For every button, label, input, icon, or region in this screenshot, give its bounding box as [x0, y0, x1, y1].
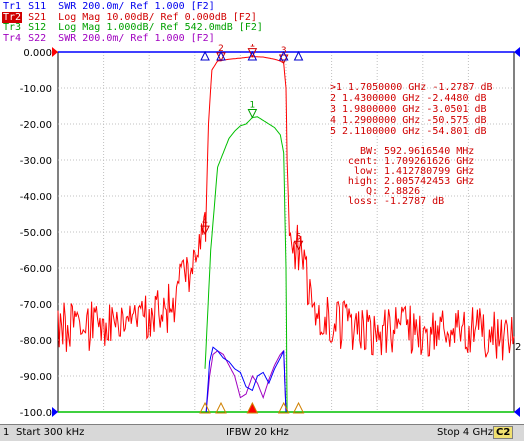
channel-tag[interactable]: C2 [493, 426, 514, 439]
y-tick-label: -30.00 [20, 156, 52, 167]
trace-3-id: Tr3 [3, 22, 22, 33]
marker-table-row-2: 2 1.4300000 GHz -2.4480 dB [330, 93, 487, 104]
y-tick-label: -50.00 [20, 228, 52, 239]
y-tick-label: -40.00 [20, 192, 52, 203]
trace-1-label[interactable]: Tr1 S11 SWR 200.0m/ Ref 1.000 [F2] [2, 1, 215, 12]
bw-stat-value: -1.2787 dB [384, 196, 444, 207]
ifbw-setting[interactable]: IFBW 20 kHz [226, 427, 289, 438]
marker-1-s12-number: 1 [249, 101, 255, 111]
y-tick-label: 0.000 [23, 48, 52, 59]
marker-table-row-5: 5 2.1100000 GHz -54.801 dB [330, 126, 487, 137]
marker-table-row-1: >1 1.7050000 GHz -1.2787 dB [330, 82, 493, 93]
trace-3-label[interactable]: Tr3 S12 Log Mag 1.000dB/ Ref 542.0mdB [F… [2, 22, 263, 33]
marker-5-number: 5 [296, 232, 302, 242]
stop-frequency[interactable]: Stop 4 GHz [437, 427, 493, 438]
measurement-plot[interactable]: 0.000 -10.00 -20.00 -30.00 -40.00 -50.00 -60.0… [0, 44, 524, 424]
trace-1-desc: S11 SWR 200.0m/ Ref 1.000 [F2] [22, 1, 215, 12]
trace-1-id: Tr1 [3, 1, 22, 12]
right-ref-label: 2 [515, 342, 521, 353]
y-tick-label: -80.00 [20, 336, 52, 347]
y-tick-label: -100.0 [20, 408, 52, 419]
y-tick-label: -70.00 [20, 300, 52, 311]
y-tick-label: -90.00 [20, 372, 52, 383]
trace-4-id: Tr4 [3, 33, 22, 44]
marker-table-row-4: 4 1.2900000 GHz -50.575 dB [330, 115, 487, 126]
marker-4-number: 4 [202, 217, 208, 227]
marker-table-row-3: 3 1.9800000 GHz -3.0501 dB [330, 104, 487, 115]
y-tick-label: -10.00 [20, 84, 52, 95]
ref-arrow-left-top [52, 47, 58, 57]
marker-1-number: 1 [249, 44, 255, 50]
trace-legend: Tr1 S11 SWR 200.0m/ Ref 1.000 [F2] Tr2 S… [0, 0, 524, 44]
ref-arrow-right-bottom [514, 407, 520, 417]
ref-arrow-left-bottom [52, 407, 58, 417]
y-tick-label: -60.00 [20, 264, 52, 275]
start-frequency[interactable]: Start 300 kHz [16, 427, 84, 438]
trace-4-label[interactable]: Tr4 S22 SWR 200.0m/ Ref 1.000 [F2] [2, 33, 215, 44]
channel-number: 1 [3, 427, 10, 438]
trace-4-desc: S22 SWR 200.0m/ Ref 1.000 [F2] [22, 33, 215, 44]
bw-stat-label: loss: [348, 196, 378, 207]
ref-arrow-right-top [514, 47, 520, 57]
y-tick-label: -20.00 [20, 120, 52, 131]
status-bar: 1 Start 300 kHz IFBW 20 kHz Stop 4 GHz C… [0, 424, 524, 441]
trace-3-desc: S12 Log Mag 1.000dB/ Ref 542.0mdB [F2] [22, 22, 263, 33]
vna-screen: { "traces": [ {"id":"Tr1","text":" S11 S… [0, 0, 524, 441]
